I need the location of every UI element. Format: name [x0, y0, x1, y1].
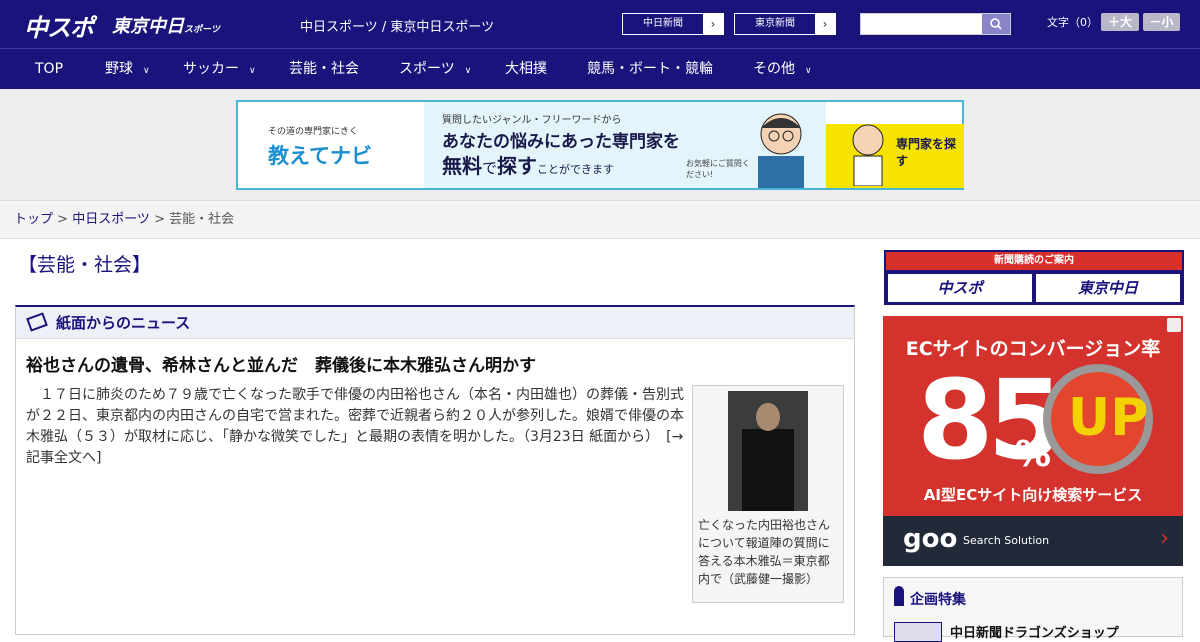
subscribe-chuspo-button[interactable]: 中スポ	[888, 274, 1032, 302]
nav-item-soccer[interactable]: サッカー ∨	[183, 49, 256, 90]
paper-button-label: 中日新聞	[643, 18, 683, 29]
tokyo-chunichi-logo[interactable]: 東京中日スポーツ	[112, 12, 220, 38]
article-photo-image	[728, 391, 808, 511]
ec-ad-unit: %	[1015, 434, 1052, 475]
person-head-shape	[756, 403, 780, 431]
nav-label: スポーツ	[399, 61, 455, 77]
logo-secondary-text: 東京中日	[112, 16, 184, 37]
banner-brand-tag: その道の専門家にきく	[268, 127, 359, 137]
font-smaller-button[interactable]: －小	[1143, 13, 1180, 31]
ec-ad-service: AI型ECサイト向け検索サービス	[923, 486, 1143, 504]
goo-logo: goo	[903, 524, 958, 554]
chevron-right-icon: ›	[815, 14, 835, 34]
chevron-down-icon: ∨	[464, 66, 472, 76]
paper-button-label: 東京新聞	[755, 18, 795, 29]
article-photo[interactable]: 亡くなった内田裕也さんについて報道陣の質問に答える本木雅弘＝東京都内で（武藤健一…	[692, 385, 844, 603]
banner-line3: 無料で探すことができます	[442, 150, 614, 179]
banner-line3-de: で	[482, 159, 498, 177]
special-item-link[interactable]: 中日新聞ドラゴンズショップ	[950, 622, 1119, 641]
ec-search-ad[interactable]: ECサイトのコンバージョン率 85 % UP AI型ECサイト向け検索サービス …	[883, 316, 1183, 566]
banner-brand: 教えてナビ	[268, 144, 372, 168]
banner-brand-area: その道の専門家にきく 教えてナビ	[238, 102, 424, 188]
nav-label: 芸能・社会	[289, 61, 359, 77]
subscription-title: 新聞購読のご案内	[886, 252, 1182, 270]
chevron-down-icon: ∨	[143, 66, 150, 76]
font-size-label: 文字（0）	[1047, 16, 1098, 29]
chevron-right-icon: ›	[703, 14, 723, 34]
banner-cta[interactable]: 専門家を探す	[826, 124, 964, 188]
banner-line3-search: 探す	[497, 154, 538, 178]
page-title: 【芸能・社会】	[18, 254, 152, 276]
nav-label: TOP	[35, 61, 64, 77]
special-features-box: 企画特集 中日新聞ドラゴンズショップ	[883, 577, 1183, 642]
chevron-right-icon: ›	[1160, 526, 1169, 551]
banner-line3-rest: ことができます	[537, 163, 615, 176]
article-summary: １７日に肺炎のため７９歳で亡くなった歌手で俳優の内田裕也さん（本名・内田雄也）の…	[26, 387, 684, 466]
search-icon	[990, 18, 1002, 30]
breadcrumb-sep: >	[53, 212, 73, 227]
search-button[interactable]	[982, 14, 1010, 34]
nav-item-racing[interactable]: 競馬・ボート・競輪	[587, 49, 713, 90]
nav-label: サッカー	[183, 61, 239, 77]
special-features-title: 企画特集	[910, 592, 966, 608]
nav-item-other[interactable]: その他 ∨	[753, 49, 812, 90]
breadcrumb-current: 芸能・社会	[169, 212, 235, 227]
nav-label: その他	[753, 61, 795, 77]
banner-line1: 質問したいジャンル・フリーワードから	[442, 115, 622, 126]
banner-line2: あなたの悩みにあった専門家を	[442, 132, 680, 152]
ribbon-icon	[894, 586, 904, 606]
banner-line3-free: 無料	[442, 154, 482, 178]
chevron-down-icon: ∨	[805, 66, 812, 76]
ad-band: その道の専門家にきく 教えてナビ 質問したいジャンル・フリーワードから あなたの…	[0, 89, 1200, 200]
breadcrumb-section-link[interactable]: 中日スポーツ	[72, 212, 150, 227]
dragons-shop-thumbnail[interactable]	[894, 622, 942, 642]
banner-copy-area: 質問したいジャンル・フリーワードから あなたの悩みにあった専門家を 無料で探すこ…	[424, 102, 826, 188]
expert-illustration-icon	[758, 113, 804, 188]
breadcrumb-home-link[interactable]: トップ	[14, 212, 53, 227]
site-name: 中日スポーツ / 東京中日スポーツ	[300, 20, 495, 35]
nav-item-sumo[interactable]: 大相撲	[505, 49, 547, 90]
breadcrumb-sep: >	[149, 212, 170, 227]
ad-info-icon[interactable]	[1167, 318, 1181, 332]
nav-label: 競馬・ボート・競輪	[587, 61, 713, 77]
breadcrumb: トップ > 中日スポーツ > 芸能・社会	[0, 200, 1200, 239]
nav-item-top[interactable]: TOP	[35, 49, 63, 90]
nav-item-sports[interactable]: スポーツ ∨	[399, 49, 471, 90]
nav-label: 大相撲	[505, 61, 547, 77]
nav-item-baseball[interactable]: 野球 ∨	[105, 49, 150, 90]
newspaper-icon	[26, 312, 48, 332]
thinking-person-icon	[852, 124, 884, 186]
nav-item-entertainment[interactable]: 芸能・社会	[289, 49, 359, 90]
main-nav: TOP 野球 ∨ サッカー ∨ 芸能・社会 スポーツ ∨ 大相撲 競馬・ボート・競輪 …	[0, 48, 1200, 89]
ec-ad-footer: goo Search Solution ›	[883, 516, 1183, 566]
news-box: 紙面からのニュース 裕也さんの遺骨、希林さんと並んだ 葬儀後に本木雅弘さん明かす…	[15, 305, 855, 635]
font-larger-button[interactable]: ＋大	[1101, 13, 1139, 31]
tokyo-shimbun-link[interactable]: 東京新聞 ›	[734, 13, 836, 35]
chunichi-shimbun-link[interactable]: 中日新聞 ›	[622, 13, 724, 35]
oshiete-navi-banner[interactable]: その道の専門家にきく 教えてナビ 質問したいジャンル・フリーワードから あなたの…	[236, 100, 964, 190]
news-box-heading: 紙面からのニュース	[56, 314, 191, 332]
person-suit-shape	[742, 429, 794, 511]
goo-logo-sub: Search Solution	[963, 534, 1050, 547]
news-box-header: 紙面からのニュース	[16, 307, 854, 339]
nav-label: 野球	[105, 61, 133, 77]
logo-secondary-small: スポーツ	[184, 25, 220, 35]
photo-caption: 亡くなった内田裕也さんについて報道陣の質問に答える本木雅弘＝東京都内で（武藤健一…	[698, 518, 831, 586]
top-header: 中スポ 東京中日スポーツ 中日スポーツ / 東京中日スポーツ 中日新聞 › 東京新…	[0, 0, 1200, 48]
chevron-down-icon: ∨	[249, 66, 256, 76]
ec-ad-badge: UP	[1068, 388, 1149, 448]
banner-cta-label: 専門家を探す	[896, 137, 957, 168]
subscription-box: 新聞購読のご案内 中スポ 東京中日	[884, 250, 1184, 305]
subscribe-tokyo-chunichi-button[interactable]: 東京中日	[1036, 274, 1180, 302]
article-headline[interactable]: 裕也さんの遺骨、希林さんと並んだ 葬儀後に本木雅弘さん明かす	[26, 351, 536, 376]
search-input[interactable]	[860, 13, 1011, 35]
chunichi-sports-logo[interactable]: 中スポ	[24, 8, 94, 43]
